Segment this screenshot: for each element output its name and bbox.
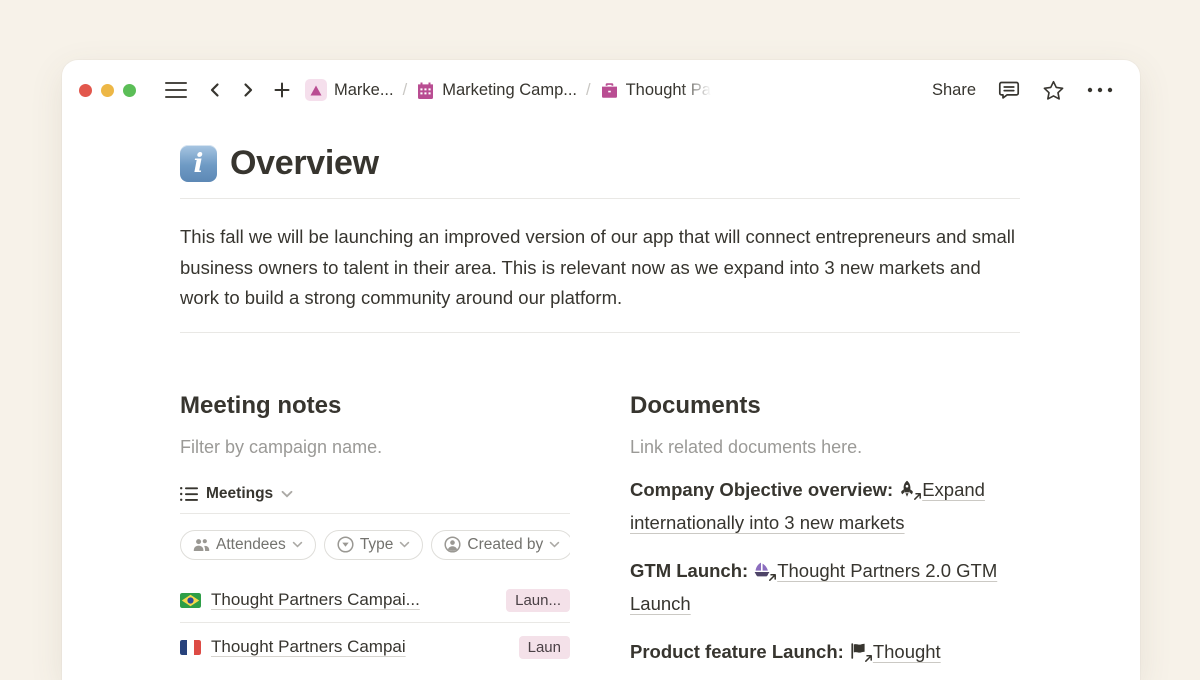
documents-column: Documents Link related documents here. C… (630, 392, 1020, 668)
france-flag-icon (180, 640, 201, 655)
link-arrow-icon (864, 654, 873, 663)
filter-type[interactable]: Type (324, 530, 424, 560)
brazil-flag-icon (180, 593, 201, 608)
divider (180, 622, 570, 623)
breadcrumb-item-thought-partners[interactable]: Thought Pa (600, 81, 711, 100)
table-row[interactable]: Thought Partners Campai Laun (180, 632, 570, 663)
document-label: Company Objective overview: (630, 479, 893, 500)
documents-heading: Documents (630, 392, 1020, 420)
document-label: GTM Launch: (630, 560, 748, 581)
more-options-icon[interactable] (1086, 86, 1114, 94)
intro-paragraph: This fall we will be launching an improv… (180, 222, 1020, 314)
divider (180, 198, 1020, 199)
comments-icon[interactable] (997, 78, 1021, 102)
calendar-icon (416, 81, 435, 100)
filter-created-by[interactable]: Created by (431, 530, 570, 560)
link-arrow-icon (768, 573, 777, 582)
back-icon[interactable] (206, 81, 224, 99)
briefcase-icon (600, 81, 619, 100)
info-emoji-icon[interactable]: i (180, 145, 217, 182)
triangle-badge-icon (305, 79, 327, 101)
breadcrumb: Marke... / Marketing Camp... / Thought P… (305, 79, 711, 101)
breadcrumb-label: Thought Pa (626, 81, 711, 100)
divider (180, 332, 1020, 333)
meeting-notes-caption: Filter by campaign name. (180, 437, 570, 458)
sidebar-toggle-icon[interactable] (165, 82, 187, 98)
document-entry: GTM Launch:Thought Partners 2.0 GTM Laun… (630, 554, 1022, 620)
list-view-icon (180, 486, 198, 502)
meeting-page-link[interactable]: Thought Partners Campai (211, 637, 509, 657)
meetings-table: Thought Partners Campai... Laun... Thoug… (180, 585, 570, 663)
filter-label: Type (360, 536, 394, 554)
breadcrumb-label: Marke... (334, 81, 394, 100)
zoom-window-button[interactable] (123, 84, 136, 97)
minimize-window-button[interactable] (101, 84, 114, 97)
favorite-star-icon[interactable] (1042, 79, 1065, 102)
chevron-down-icon (292, 541, 303, 548)
chevron-down-icon (549, 541, 560, 548)
filter-bar: Attendees Type Created b (180, 530, 570, 560)
meetings-view-tab[interactable]: Meetings (180, 485, 570, 503)
select-icon (337, 536, 354, 553)
black-flag-icon (849, 642, 870, 660)
divider (180, 513, 570, 514)
filter-attendees[interactable]: Attendees (180, 530, 316, 560)
meetings-view-label: Meetings (206, 485, 273, 503)
document-link[interactable]: Thought (873, 641, 941, 662)
new-page-icon[interactable] (272, 80, 292, 100)
window-topbar: Marke... / Marketing Camp... / Thought P… (62, 60, 1140, 108)
breadcrumb-separator: / (403, 81, 408, 100)
notion-window: Marke... / Marketing Camp... / Thought P… (62, 60, 1140, 680)
page-content: i Overview This fall we will be launchin… (62, 144, 1140, 668)
documents-caption: Link related documents here. (630, 437, 1020, 458)
page-title: Overview (230, 144, 379, 183)
chevron-down-icon (281, 490, 293, 498)
breadcrumb-separator: / (586, 81, 591, 100)
document-entry: Company Objective overview:Expand intern… (630, 473, 1022, 539)
breadcrumb-item-marketing-campaigns[interactable]: Marketing Camp... (416, 81, 577, 100)
status-tag: Laun... (506, 589, 570, 612)
document-label: Product feature Launch: (630, 641, 844, 662)
forward-icon[interactable] (239, 81, 257, 99)
table-row[interactable]: Thought Partners Campai... Laun... (180, 585, 570, 616)
share-button[interactable]: Share (932, 81, 976, 100)
document-entry: Product feature Launch: Thought (630, 635, 1022, 668)
chevron-down-icon (399, 541, 410, 548)
link-arrow-icon (913, 492, 922, 501)
breadcrumb-label: Marketing Camp... (442, 81, 577, 100)
sailboat-icon (753, 561, 774, 579)
meeting-page-link[interactable]: Thought Partners Campai... (211, 590, 496, 610)
rocket-icon (898, 480, 919, 498)
breadcrumb-item-marketing[interactable]: Marke... (305, 79, 394, 101)
meeting-notes-heading: Meeting notes (180, 392, 570, 420)
person-icon (444, 536, 461, 553)
filter-label: Attendees (216, 536, 286, 554)
filter-label: Created by (467, 536, 543, 554)
close-window-button[interactable] (79, 84, 92, 97)
people-icon (193, 538, 210, 552)
traffic-lights (79, 84, 136, 97)
meeting-notes-column: Meeting notes Filter by campaign name. M… (180, 392, 570, 668)
status-tag: Laun (519, 636, 570, 659)
